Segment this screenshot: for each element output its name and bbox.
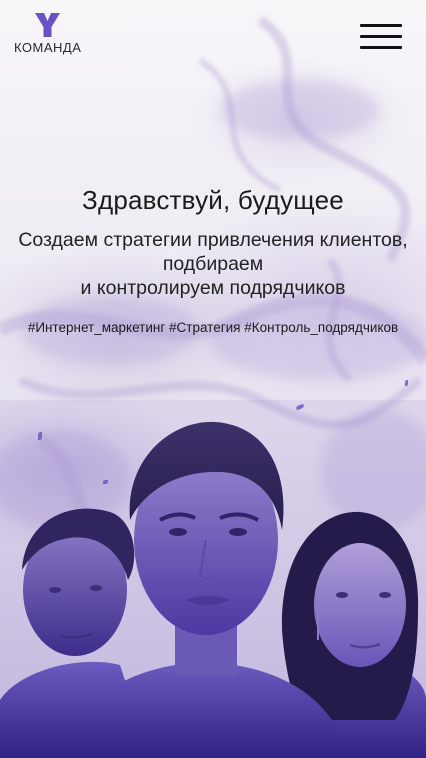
hero-title: Здравствуй, будущее (82, 185, 344, 215)
petal-decoration (405, 380, 408, 386)
logo[interactable]: КОМАНДА (14, 12, 94, 55)
logo-y-icon (35, 13, 60, 37)
logo-text: КОМАНДА (14, 40, 82, 55)
hero-subtitle-line: и контролируем подрядчиков (80, 277, 346, 299)
hero-subtitle-line: подбираем (162, 253, 264, 275)
menu-button[interactable] (360, 22, 402, 52)
hero-section: Здравствуй, будущее Создаем стратегии пр… (0, 184, 426, 335)
hero-tags: #Интернет_маркетинг #Стратегия #Контроль… (27, 320, 399, 335)
team-photo (0, 400, 426, 758)
hero-subtitle-line: Создаем стратегии привлечения клиентов, (18, 229, 408, 251)
hamburger-icon (360, 24, 402, 27)
hero-subtitle: Создаем стратегии привлечения клиентов, … (0, 228, 426, 300)
